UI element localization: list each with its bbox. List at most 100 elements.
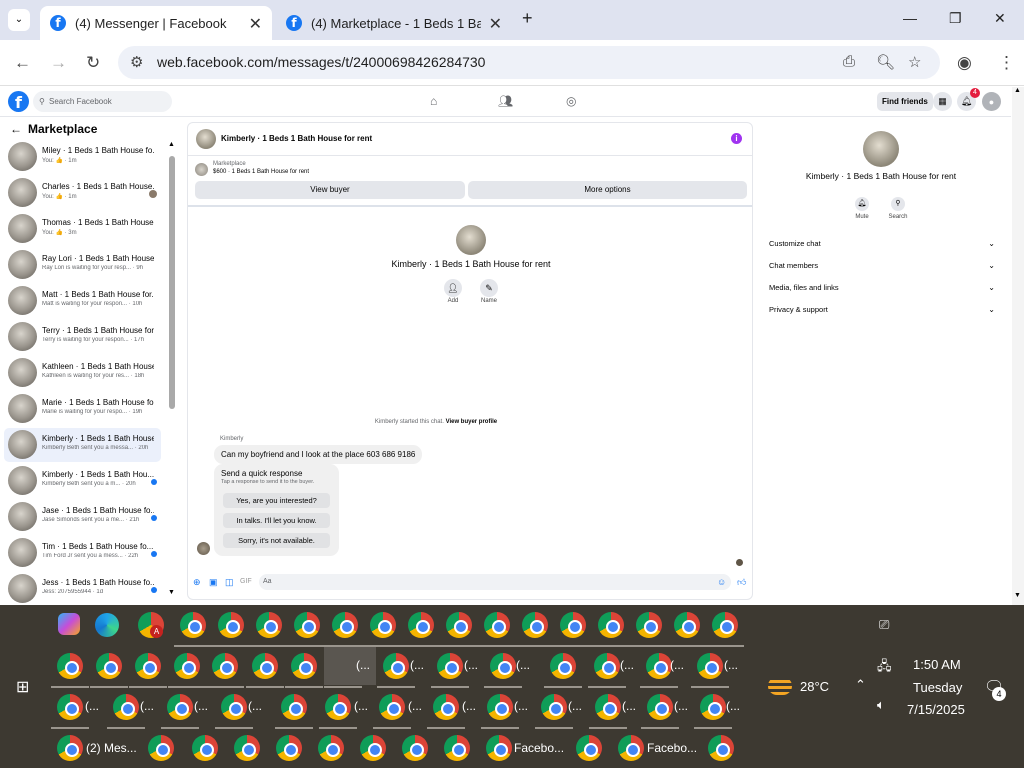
chrome-window-icon[interactable] <box>484 612 510 638</box>
quick-response-option[interactable]: Yes, are you interested? <box>223 493 330 508</box>
chrome-window-icon[interactable] <box>318 735 344 761</box>
chrome-window-icon[interactable] <box>408 612 434 638</box>
weather-icon[interactable] <box>768 677 792 695</box>
chrome-window-icon[interactable] <box>167 694 193 720</box>
chrome-window-icon[interactable] <box>379 694 405 720</box>
taskbar-window-label[interactable]: (... <box>724 658 738 672</box>
chrome-window-icon[interactable] <box>487 694 513 720</box>
plus-circle-icon[interactable]: ⊕ <box>193 577 201 588</box>
scrollbar-thumb[interactable] <box>169 156 175 409</box>
chrome-window-icon[interactable] <box>281 694 307 720</box>
conversation-item[interactable]: Charles · 1 Beds 1 Bath House... You: 👍 ·… <box>4 176 161 210</box>
chrome-window-icon[interactable] <box>370 612 396 638</box>
conversation-item[interactable]: Ray Lori · 1 Beds 1 Bath House... Ray Lor… <box>4 248 161 282</box>
chat-title[interactable]: Kimberly · 1 Beds 1 Bath House for rent <box>221 134 372 143</box>
section-chat-members[interactable]: Chat members ⌄ <box>769 261 995 270</box>
clock-date[interactable]: 7/15/2025 <box>907 702 965 717</box>
taskbar-window-label[interactable]: (... <box>248 699 262 713</box>
more-options-button[interactable]: More options <box>468 181 747 199</box>
conversation-item[interactable]: Kimberly · 1 Beds 1 Bath Hou... Kimberly … <box>4 464 161 498</box>
chrome-window-icon[interactable] <box>594 653 620 679</box>
chrome-window-icon[interactable] <box>174 653 200 679</box>
chrome-window-icon[interactable] <box>218 612 244 638</box>
taskbar-window-label[interactable]: (... <box>514 699 528 713</box>
scroll-up-icon[interactable]: ▲ <box>1014 87 1021 94</box>
clock-time[interactable]: 1:50 AM <box>913 657 961 672</box>
info-icon[interactable]: i <box>731 133 742 144</box>
taskbar-window-label[interactable]: (... <box>354 699 368 713</box>
section-media-files-links[interactable]: Media, files and links ⌄ <box>769 283 995 292</box>
chrome-window-icon[interactable] <box>595 694 621 720</box>
taskbar-window-label[interactable]: (... <box>674 699 688 713</box>
taskbar-window-label[interactable]: (... <box>620 658 634 672</box>
chrome-window-icon[interactable] <box>490 653 516 679</box>
zoom-icon[interactable]: 🔍︎ <box>876 53 895 71</box>
conversation-item[interactable]: Kathleen · 1 Beds 1 Bath House... Kathlee… <box>4 356 161 390</box>
chrome-window-icon[interactable] <box>276 735 302 761</box>
view-buyer-profile-link[interactable]: View buyer profile <box>446 419 498 425</box>
chrome-window-icon[interactable] <box>332 612 358 638</box>
chrome-window-icon[interactable] <box>294 612 320 638</box>
menu-grid-icon[interactable]: ▦ <box>933 92 952 111</box>
search-icon[interactable]: ⚲ <box>891 197 905 211</box>
chrome-window-icon[interactable] <box>180 612 206 638</box>
chrome-window-icon[interactable] <box>256 612 282 638</box>
bookmark-star-icon[interactable]: ☆ <box>908 53 921 71</box>
taskbar-window-label[interactable]: (... <box>410 658 424 672</box>
chrome-window-icon[interactable] <box>113 694 139 720</box>
taskbar-window-label[interactable]: (... <box>194 699 208 713</box>
volume-icon[interactable]: 🔈︎ <box>877 697 885 713</box>
chrome-window-icon[interactable] <box>221 694 247 720</box>
chrome-window-icon[interactable] <box>96 653 122 679</box>
chrome-window-icon[interactable] <box>550 653 576 679</box>
close-window-icon[interactable]: ✕ <box>994 10 1006 27</box>
copilot-icon[interactable] <box>58 613 80 635</box>
taskbar-window-label[interactable]: (... <box>622 699 636 713</box>
reload-icon[interactable]: ↻ <box>86 53 100 73</box>
url-text[interactable]: web.facebook.com/messages/t/240006984262… <box>157 54 485 70</box>
chrome-window-icon[interactable] <box>57 735 83 761</box>
conversation-item[interactable]: Kimberly · 1 Beds 1 Bath House... Kimberl… <box>4 428 161 462</box>
chrome-window-icon[interactable] <box>252 653 278 679</box>
windows-start-icon[interactable]: ⊞ <box>16 677 29 697</box>
taskbar-window-label[interactable]: (... <box>408 699 422 713</box>
tab-search-button[interactable]: ⌄ <box>8 9 30 31</box>
conversation-item[interactable]: Jess · 1 Beds 1 Bath House fo... Jess: 20… <box>4 572 161 606</box>
chrome-window-icon[interactable] <box>325 694 351 720</box>
chrome-window-icon[interactable] <box>647 694 673 720</box>
omnibox[interactable]: ⚙ web.facebook.com/messages/t/2400069842… <box>118 46 940 79</box>
chrome-window-icon[interactable] <box>57 694 83 720</box>
chrome-window-icon[interactable] <box>700 694 726 720</box>
chrome-window-icon[interactable] <box>192 735 218 761</box>
sticker-icon[interactable]: ◫ <box>225 577 234 588</box>
taskbar-window-label[interactable]: (... <box>464 658 478 672</box>
new-tab-icon[interactable]: + <box>522 8 533 29</box>
clock-day[interactable]: Tuesday <box>913 680 962 695</box>
sidebar-scrollbar[interactable]: ▲ ▼ <box>168 141 176 600</box>
chrome-window-icon[interactable] <box>697 653 723 679</box>
page-scrollbar[interactable]: ▲ ▼ <box>1012 87 1024 605</box>
taskbar-window-label[interactable]: (... <box>568 699 582 713</box>
profile-icon[interactable]: ◉ <box>957 53 972 73</box>
chrome-window-icon[interactable] <box>135 653 161 679</box>
quick-response-option[interactable]: Sorry, it's not available. <box>223 533 330 548</box>
temperature-text[interactable]: 28°C <box>800 679 829 694</box>
chrome-window-icon[interactable] <box>433 694 459 720</box>
section-customize-chat[interactable]: Customize chat ⌄ <box>769 239 995 248</box>
chrome-window-icon[interactable] <box>522 612 548 638</box>
conversation-item[interactable]: Miley · 1 Beds 1 Bath House fo... You: 👍 … <box>4 140 161 174</box>
emoji-icon[interactable]: ☺ <box>717 577 726 587</box>
taskbar-facebook-label-2[interactable]: Facebo... <box>647 741 697 755</box>
chrome-window-icon[interactable] <box>560 612 586 638</box>
minimize-icon[interactable]: — <box>903 10 917 26</box>
section-privacy-support[interactable]: Privacy & support ⌄ <box>769 305 995 314</box>
taskbar-window-label[interactable]: (... <box>670 658 684 672</box>
menu-kebab-icon[interactable]: ⋮ <box>998 53 1015 73</box>
edit-name-icon[interactable]: ✎ <box>480 279 498 297</box>
mute-bell-icon[interactable]: 🔔︎ <box>855 197 869 211</box>
chrome-window-icon[interactable] <box>234 735 260 761</box>
chrome-window-icon[interactable] <box>446 612 472 638</box>
find-friends-button[interactable]: Find friends <box>877 92 933 111</box>
like-thumb-icon[interactable]: 👍︎ <box>737 577 746 588</box>
chrome-window-icon[interactable] <box>618 735 644 761</box>
